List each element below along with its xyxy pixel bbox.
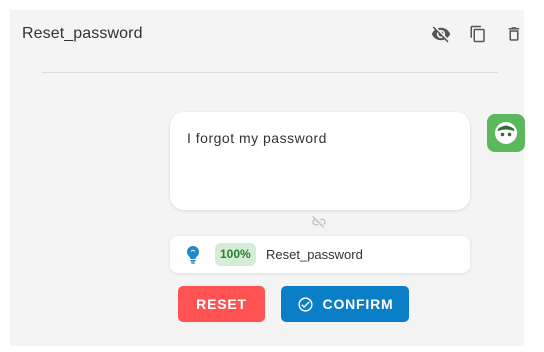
user-message-bubble[interactable]: I forgot my password: [170, 112, 470, 210]
copy-icon[interactable]: [468, 24, 488, 44]
page-title: Reset_password: [22, 25, 143, 42]
reset-button[interactable]: RESET: [178, 286, 265, 322]
story-card: Reset_password I forgot my password 100%…: [10, 10, 525, 346]
confirm-button-label: CONFIRM: [322, 296, 394, 312]
confirm-button[interactable]: CONFIRM: [281, 286, 409, 322]
trash-icon[interactable]: [504, 24, 524, 44]
confidence-badge: 100%: [215, 243, 256, 266]
user-message-text: I forgot my password: [187, 130, 327, 146]
intent-label: Reset_password: [266, 247, 363, 262]
card-header: Reset_password: [10, 10, 524, 58]
reset-button-label: RESET: [196, 296, 247, 312]
check-circle-icon: [297, 296, 314, 313]
lightbulb-icon: [186, 246, 200, 264]
bot-face-icon: [487, 114, 525, 152]
eye-off-icon[interactable]: [431, 24, 451, 44]
link-off-icon[interactable]: [311, 214, 327, 230]
intent-row[interactable]: 100% Reset_password: [170, 236, 470, 273]
header-divider: [42, 72, 498, 73]
